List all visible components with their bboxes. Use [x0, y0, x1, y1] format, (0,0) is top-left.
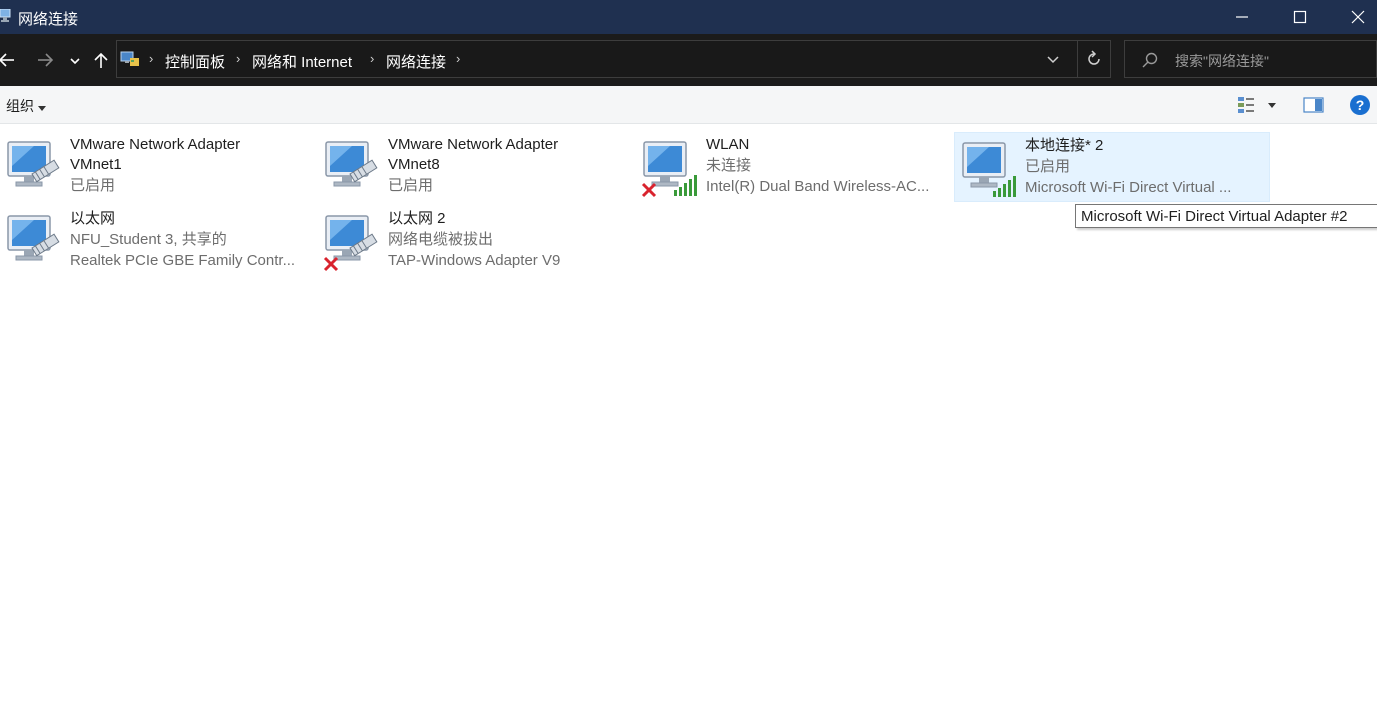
connection-name: 本地连接* 2: [1025, 137, 1104, 154]
title-bar: 网络连接: [0, 0, 1377, 34]
connection-name: VMware Network Adapter: [388, 136, 559, 153]
control-panel-icon: [120, 50, 140, 68]
breadcrumb-network-connections[interactable]: 网络连接: [386, 51, 446, 72]
connection-device: TAP-Windows Adapter V9: [388, 252, 561, 269]
svg-text:?: ?: [1356, 97, 1365, 113]
list-item-local-connection-2[interactable]: 本地连接* 2 已启用 Microsoft Wi-Fi Direct Virtu…: [954, 132, 1270, 202]
caret-down-icon: [38, 99, 46, 115]
network-adapter-icon: [322, 136, 384, 200]
list-item-ethernet-2[interactable]: 以太网 2 网络电缆被拔出 TAP-Windows Adapter V9: [318, 206, 634, 276]
window-title: 网络连接: [18, 11, 79, 28]
list-item-vmnet8[interactable]: VMware Network Adapter VMnet8 已启用: [318, 132, 634, 202]
connection-status: 网络电缆被拔出: [388, 231, 494, 248]
list-item-vmnet1[interactable]: VMware Network Adapter VMnet1 已启用: [0, 132, 316, 202]
tooltip: Microsoft Wi-Fi Direct Virtual Adapter #…: [1075, 204, 1377, 228]
network-connections-icon: [0, 8, 12, 23]
help-icon[interactable]: ?: [1349, 94, 1371, 116]
network-adapter-icon: [4, 210, 66, 274]
search-placeholder: 搜索"网络连接": [1175, 53, 1269, 69]
list-item-ethernet[interactable]: 以太网 NFU_Student 3, 共享的 Realtek PCIe GBE …: [0, 206, 316, 276]
connection-device: Intel(R) Dual Band Wireless-AC...: [706, 178, 930, 195]
maximize-button[interactable]: [1272, 0, 1328, 34]
wifi-adapter-icon: [640, 136, 702, 200]
connection-name-line2: VMnet8: [388, 156, 440, 173]
chevron-down-icon[interactable]: [1045, 51, 1061, 67]
breadcrumb-chevron-icon[interactable]: ›: [236, 51, 240, 66]
breadcrumb-network-internet[interactable]: 网络和 Internet: [252, 51, 352, 72]
breadcrumb-chevron-icon[interactable]: ›: [456, 51, 460, 66]
breadcrumb-chevron-icon[interactable]: ›: [370, 51, 374, 66]
connection-name: VMware Network Adapter: [70, 136, 241, 153]
network-adapter-icon: [4, 136, 66, 200]
organize-menu-button[interactable]: 组织: [6, 96, 46, 116]
connection-name: 以太网 2: [388, 210, 446, 227]
recent-locations-button[interactable]: [66, 48, 90, 72]
breadcrumb-control-panel[interactable]: 控制面板: [165, 51, 225, 72]
connection-device: Microsoft Wi-Fi Direct Virtual ...: [1025, 179, 1232, 196]
minimize-button[interactable]: [1214, 0, 1270, 34]
connection-status: 已启用: [388, 177, 434, 194]
connection-status: 未连接: [706, 157, 752, 174]
navigation-bar: › 控制面板 › 网络和 Internet › 网络连接 › 搜索"网络连接": [0, 34, 1377, 86]
connection-name: WLAN: [706, 136, 750, 153]
address-bar[interactable]: › 控制面板 › 网络和 Internet › 网络连接 ›: [116, 40, 1111, 78]
address-divider: [1077, 41, 1078, 77]
command-bar: 组织 ?: [0, 86, 1377, 124]
connection-device: Realtek PCIe GBE Family Contr...: [70, 252, 296, 269]
organize-label: 组织: [6, 98, 34, 114]
connection-name-line2: VMnet1: [70, 156, 122, 173]
list-item-wlan[interactable]: WLAN 未连接 Intel(R) Dual Band Wireless-AC.…: [636, 132, 952, 202]
connection-status: 已启用: [70, 177, 116, 194]
forward-button[interactable]: [34, 48, 58, 72]
network-adapter-icon: [322, 210, 384, 274]
change-view-button[interactable]: [1236, 94, 1280, 116]
back-button[interactable]: [0, 48, 20, 72]
up-button[interactable]: [90, 48, 114, 72]
close-button[interactable]: [1330, 0, 1377, 34]
search-icon: [1141, 51, 1159, 69]
preview-pane-icon[interactable]: [1303, 96, 1325, 114]
refresh-icon[interactable]: [1085, 50, 1103, 68]
search-input[interactable]: 搜索"网络连接": [1124, 40, 1377, 78]
connection-status: 已启用: [1025, 158, 1071, 175]
breadcrumb-chevron-icon[interactable]: ›: [149, 51, 153, 66]
connection-status: NFU_Student 3, 共享的: [70, 231, 227, 248]
connection-name: 以太网: [70, 210, 116, 227]
wifi-adapter-icon: [959, 137, 1021, 201]
